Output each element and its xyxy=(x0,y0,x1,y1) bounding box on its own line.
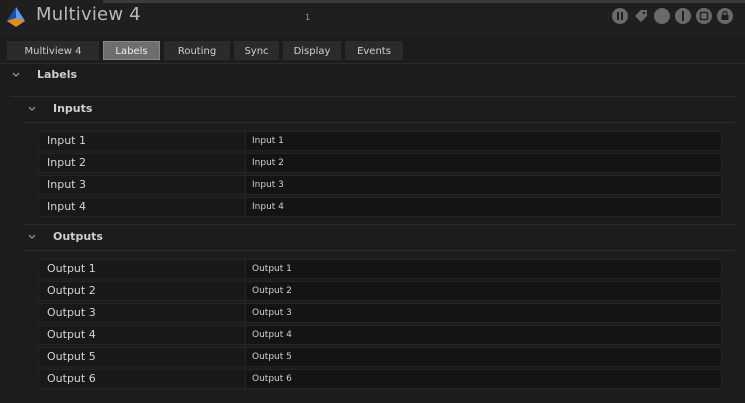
lock-icon[interactable] xyxy=(717,8,733,24)
list-item: Output 3 Output 3 xyxy=(38,303,722,323)
output-name-field[interactable]: Output 4 xyxy=(245,326,721,344)
input-label: Input 1 xyxy=(47,134,86,147)
pause-icon[interactable] xyxy=(612,8,628,24)
header-icon-group xyxy=(612,8,733,26)
tab-events[interactable]: Events xyxy=(345,41,403,60)
output-name-value: Output 2 xyxy=(252,286,292,296)
record-icon[interactable] xyxy=(654,8,670,24)
list-item: Input 1 Input 1 xyxy=(38,131,722,151)
output-name-value: Output 3 xyxy=(252,308,292,318)
output-label: Output 1 xyxy=(47,262,96,275)
title-bar: Multiview 4 1 xyxy=(0,0,745,36)
inputs-list: Input 1 Input 1 Input 2 Input 2 Input 3 … xyxy=(38,131,722,219)
input-label: Input 4 xyxy=(47,200,86,213)
inputs-section-title: Inputs xyxy=(53,102,93,115)
output-name-field[interactable]: Output 5 xyxy=(245,348,721,366)
output-name-field[interactable]: Output 1 xyxy=(245,260,721,278)
input-name-value: Input 1 xyxy=(252,136,284,146)
list-item: Input 3 Input 3 xyxy=(38,175,722,195)
output-name-value: Output 6 xyxy=(252,374,292,384)
output-name-value: Output 4 xyxy=(252,330,292,340)
chevron-down-icon xyxy=(12,72,20,77)
app-logo-icon xyxy=(7,7,25,27)
output-label: Output 6 xyxy=(47,372,96,385)
output-label: Output 4 xyxy=(47,328,96,341)
input-name-field[interactable]: Input 4 xyxy=(245,198,721,216)
output-name-value: Output 5 xyxy=(252,352,292,362)
list-item: Output 4 Output 4 xyxy=(38,325,722,345)
input-label: Input 2 xyxy=(47,156,86,169)
output-name-field[interactable]: Output 2 xyxy=(245,282,721,300)
window-title: Multiview 4 xyxy=(36,4,141,25)
chevron-down-icon xyxy=(28,234,36,239)
input-name-value: Input 3 xyxy=(252,180,284,190)
input-label: Input 3 xyxy=(47,178,86,191)
outputs-section-title: Outputs xyxy=(53,230,103,243)
list-item: Input 2 Input 2 xyxy=(38,153,722,173)
info-icon[interactable] xyxy=(675,8,691,24)
stop-icon[interactable] xyxy=(696,8,712,24)
input-name-value: Input 2 xyxy=(252,158,284,168)
input-name-value: Input 4 xyxy=(252,202,284,212)
divider xyxy=(24,122,735,123)
inputs-section-header[interactable]: Inputs xyxy=(0,97,745,119)
title-indicator: 1 xyxy=(305,13,311,22)
output-label: Output 5 xyxy=(47,350,96,363)
outputs-section-header[interactable]: Outputs xyxy=(0,225,745,247)
list-item: Output 2 Output 2 xyxy=(38,281,722,301)
labels-section-header[interactable]: Labels xyxy=(0,63,745,85)
input-name-field[interactable]: Input 3 xyxy=(245,176,721,194)
chevron-down-icon xyxy=(28,106,36,111)
list-item: Input 4 Input 4 xyxy=(38,197,722,217)
input-name-field[interactable]: Input 1 xyxy=(245,132,721,150)
input-name-field[interactable]: Input 2 xyxy=(245,154,721,172)
output-label: Output 2 xyxy=(47,284,96,297)
list-item: Output 6 Output 6 xyxy=(38,369,722,389)
output-name-field[interactable]: Output 6 xyxy=(245,370,721,388)
divider xyxy=(24,250,735,251)
output-name-field[interactable]: Output 3 xyxy=(245,304,721,322)
tab-bar: Multiview 4 Labels Routing Sync Display … xyxy=(7,41,403,60)
labels-section-title: Labels xyxy=(37,68,78,81)
outputs-list: Output 1 Output 1 Output 2 Output 2 Outp… xyxy=(38,259,722,391)
tab-routing[interactable]: Routing xyxy=(164,41,230,60)
tab-labels[interactable]: Labels xyxy=(103,41,160,60)
tag-icon[interactable] xyxy=(633,8,649,24)
tab-sync[interactable]: Sync xyxy=(234,41,279,60)
top-strip xyxy=(103,0,745,3)
output-label: Output 3 xyxy=(47,306,96,319)
list-item: Output 1 Output 1 xyxy=(38,259,722,279)
list-item: Output 5 Output 5 xyxy=(38,347,722,367)
tab-multiview-4[interactable]: Multiview 4 xyxy=(7,41,99,60)
output-name-value: Output 1 xyxy=(252,264,292,274)
tab-display[interactable]: Display xyxy=(283,41,341,60)
